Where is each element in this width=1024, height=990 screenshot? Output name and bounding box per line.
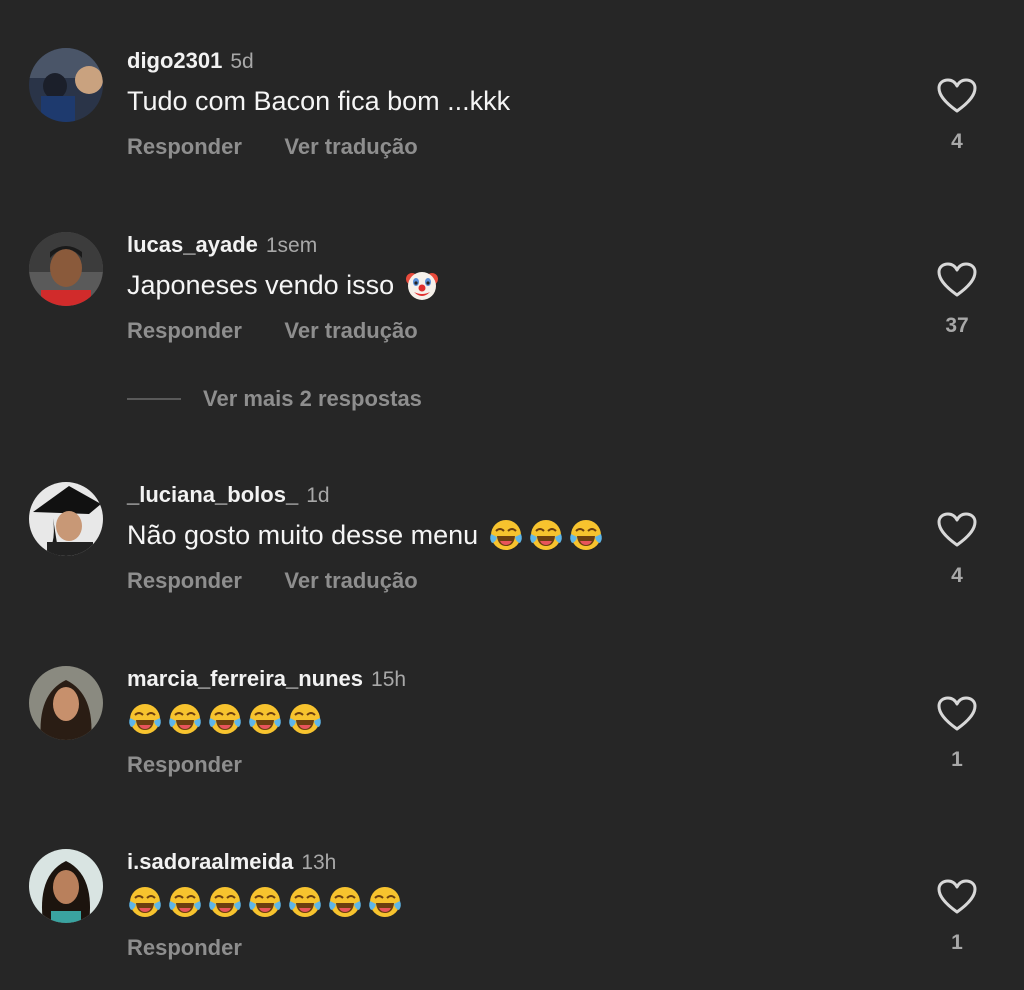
heart-outline-icon[interactable] [937,879,977,915]
comment-actions: Responder [127,934,280,962]
comment-meta: digo2301 5d [127,48,254,74]
username[interactable]: lucas_ayade [127,232,258,257]
comment-actions: Responder Ver tradução [127,133,456,161]
comments-screen: { "comments": [ { "username": "digo2301"… [0,0,1024,990]
tears-of-joy-emoji [568,517,604,553]
comment-text: Tudo com Bacon fica bom ...kkk [127,84,510,118]
comment-text: Japoneses vendo isso [127,268,444,302]
comment-text-content: Tudo com Bacon fica bom ...kkk [127,86,511,116]
tears-of-joy-emoji [247,701,283,737]
comment-meta: lucas_ayade 1sem [127,232,317,258]
comment-time: 5d [230,50,254,73]
comment-text: Não gosto muito desse menu [127,518,608,552]
comment-actions: Responder [127,751,280,779]
like-count: 4 [951,130,963,153]
username[interactable]: i.sadoraalmeida [127,849,293,874]
avatar[interactable] [29,666,103,740]
comment-time: 1sem [265,234,318,257]
like-control: 4 [934,78,980,154]
heart-outline-icon[interactable] [937,262,977,298]
tears-of-joy-emoji [167,701,203,737]
like-count: 4 [951,564,963,587]
heart-outline-icon[interactable] [937,696,977,732]
username[interactable]: digo2301 [127,48,222,73]
avatar[interactable] [29,482,103,556]
heart-outline-icon[interactable] [937,78,977,114]
comment-meta: marcia_ferreira_nunes 15h [127,666,406,692]
tears-of-joy-emoji [127,701,163,737]
tears-of-joy-emoji [167,884,203,920]
reply-button[interactable]: Responder [127,935,242,960]
reply-button[interactable]: Responder [127,318,242,343]
tears-of-joy-emoji [207,884,243,920]
like-control: 4 [934,512,980,588]
like-control: 1 [934,696,980,772]
tears-of-joy-emoji [287,884,323,920]
tears-of-joy-emoji [207,701,243,737]
username[interactable]: _luciana_bolos_ [127,482,298,507]
comment-actions: Responder Ver tradução [127,317,456,345]
comment-text-content: Japoneses vendo isso [127,270,395,300]
tears-of-joy-emoji [127,884,163,920]
tears-of-joy-emoji [247,884,283,920]
avatar[interactable] [29,48,103,122]
avatar[interactable] [29,232,103,306]
tears-of-joy-emoji [287,701,323,737]
translate-button[interactable]: Ver tradução [284,568,417,593]
translate-button[interactable]: Ver tradução [284,134,417,159]
reply-button[interactable]: Responder [127,752,242,777]
translate-button[interactable]: Ver tradução [284,318,417,343]
comment-meta: i.sadoraalmeida 13h [127,849,336,875]
like-count: 37 [945,314,969,337]
comment-actions: Responder Ver tradução [127,567,456,595]
avatar[interactable] [29,849,103,923]
comment-meta: _luciana_bolos_ 1d [127,482,330,508]
like-control: 37 [934,262,980,338]
like-count: 1 [951,748,963,771]
comment-time: 13h [301,851,337,874]
heart-outline-icon[interactable] [937,512,977,548]
divider [127,398,181,400]
comment-text-content: Não gosto muito desse menu [127,520,479,550]
tears-of-joy-emoji [528,517,564,553]
tears-of-joy-emoji [367,884,403,920]
view-more-replies[interactable]: Ver mais 2 respostas [127,385,422,413]
tears-of-joy-emoji [488,517,524,553]
like-count: 1 [951,931,963,954]
view-more-replies-label[interactable]: Ver mais 2 respostas [203,385,422,413]
comment-text [127,702,327,736]
clown-face-emoji [404,267,440,303]
comment-text [127,885,407,919]
comment-time: 1d [306,484,330,507]
tears-of-joy-emoji [327,884,363,920]
reply-button[interactable]: Responder [127,568,242,593]
like-control: 1 [934,879,980,955]
username[interactable]: marcia_ferreira_nunes [127,666,363,691]
comment-time: 15h [371,668,407,691]
reply-button[interactable]: Responder [127,134,242,159]
